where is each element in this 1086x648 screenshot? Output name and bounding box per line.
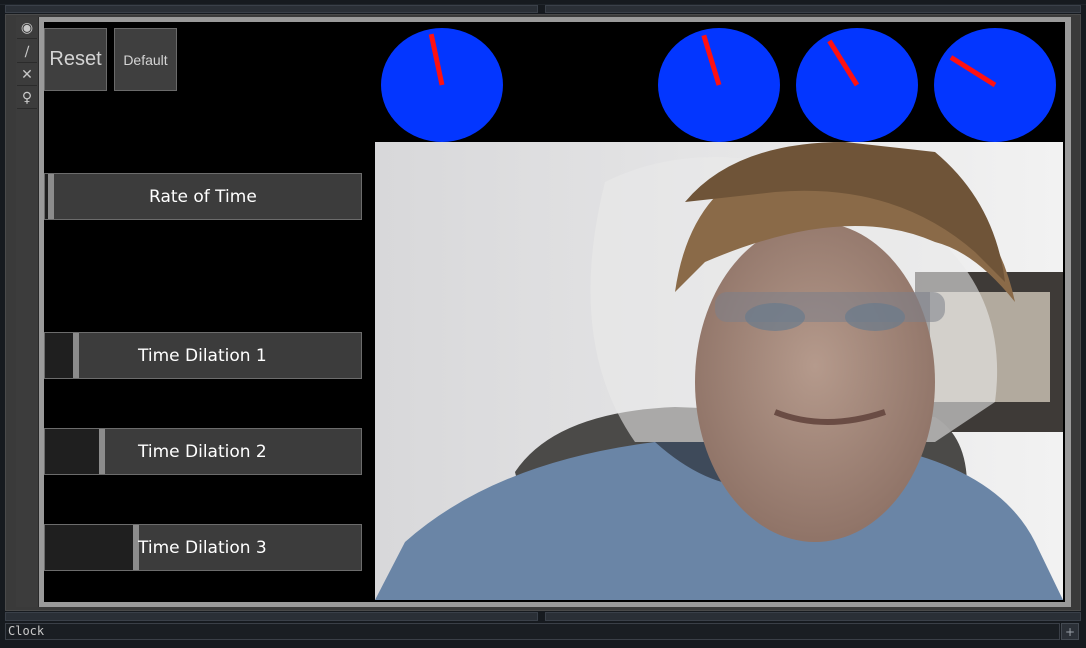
clock-dial-1 <box>381 28 503 142</box>
path-icon-glyph: ∕ <box>24 43 30 60</box>
top-pane-tab-left[interactable] <box>5 5 538 13</box>
close-icon-glyph: ✕ <box>21 66 33 83</box>
slider-fill <box>45 525 133 570</box>
lock-icon[interactable]: ♀ <box>17 87 37 109</box>
slider-handle[interactable] <box>73 333 79 378</box>
viewer-icon-glyph: ◉ <box>20 19 34 36</box>
slider-label: Rate of Time <box>149 186 257 207</box>
viewer-toolbar: ◉ ∕ ✕ ♀ <box>16 17 39 607</box>
slider-handle[interactable] <box>48 174 54 219</box>
lock-icon-glyph: ♀ <box>21 89 33 106</box>
slider-label: Time Dilation 2 <box>138 441 267 462</box>
viewer-icon[interactable]: ◉ <box>17 17 37 39</box>
clock-dial-3 <box>796 28 918 142</box>
top-pane-tab-right[interactable] <box>545 5 1081 13</box>
slider-handle[interactable] <box>99 429 105 474</box>
slider-label: Time Dilation 1 <box>138 345 267 366</box>
time-dilation-1-slider[interactable]: Time Dilation 1 <box>44 332 362 379</box>
add-pane-button[interactable]: + <box>1061 623 1079 640</box>
bottom-pane-divider-right[interactable] <box>545 612 1081 621</box>
status-path-field[interactable]: Clock <box>5 623 1060 640</box>
webcam-image <box>375 142 1063 600</box>
rate-of-time-slider[interactable]: Rate of Time <box>44 173 362 220</box>
path-icon[interactable]: ∕ <box>17 41 37 63</box>
bottom-pane-divider-left[interactable] <box>5 612 538 621</box>
webcam-feed <box>375 142 1063 600</box>
slider-fill <box>45 333 73 378</box>
default-button[interactable]: Default <box>114 28 177 91</box>
reset-button[interactable]: Reset <box>44 28 107 91</box>
clock-dial-2 <box>658 28 780 142</box>
time-dilation-2-slider[interactable]: Time Dilation 2 <box>44 428 362 475</box>
clock-dial-4 <box>934 28 1056 142</box>
slider-fill <box>45 429 99 474</box>
close-icon[interactable]: ✕ <box>17 64 37 86</box>
slider-label: Time Dilation 3 <box>138 537 267 558</box>
plus-icon: + <box>1064 624 1076 639</box>
time-dilation-3-slider[interactable]: Time Dilation 3 <box>44 524 362 571</box>
